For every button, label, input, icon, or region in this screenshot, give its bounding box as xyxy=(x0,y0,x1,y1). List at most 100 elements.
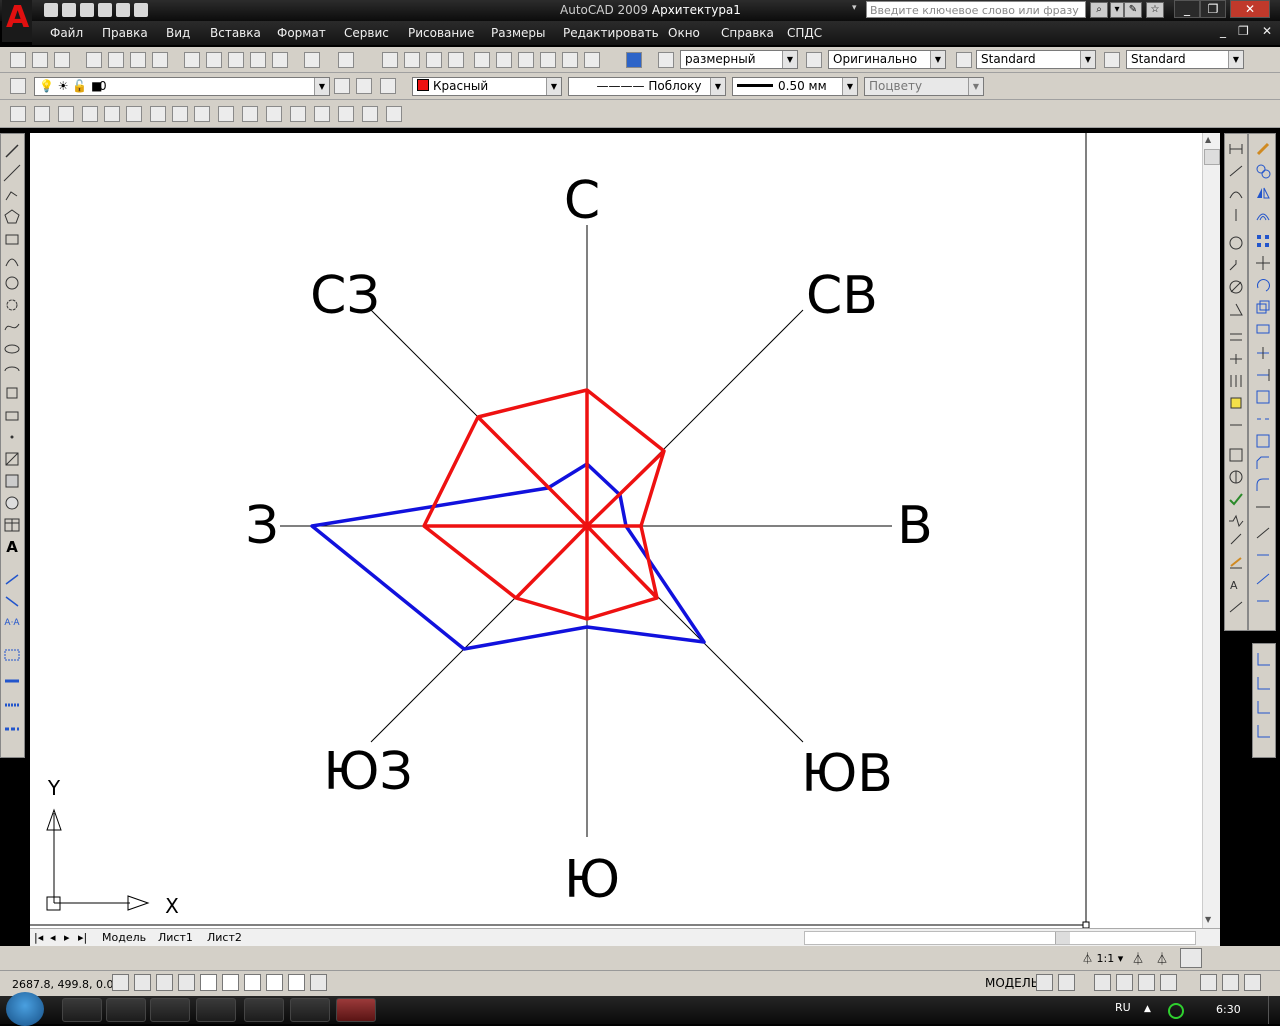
search-options-icon[interactable]: ▾ xyxy=(1110,2,1124,18)
dim-tolerance-icon[interactable] xyxy=(1227,416,1245,434)
save-file-icon[interactable] xyxy=(54,52,70,68)
aligned-dimension-icon[interactable] xyxy=(58,106,74,122)
drawing-canvas[interactable]: С СВ В ЮВ Ю ЮЗ З СЗ Y X xyxy=(30,133,1202,929)
polar-toggle[interactable] xyxy=(178,974,195,991)
mleaderstyle-select[interactable]: Standard ▼ xyxy=(1126,50,1244,69)
lock-icon[interactable] xyxy=(1222,974,1239,991)
open-file-icon[interactable] xyxy=(32,52,48,68)
continue-dimension-icon[interactable] xyxy=(242,106,258,122)
dim-reassociate-icon[interactable] xyxy=(1227,598,1245,616)
dim-continue-icon[interactable] xyxy=(1227,350,1245,368)
region-icon[interactable] xyxy=(3,494,21,512)
dimstyle-icon[interactable] xyxy=(806,52,822,68)
menu-insert[interactable]: Вставка xyxy=(210,26,261,40)
clean-screen-icon[interactable] xyxy=(1244,974,1261,991)
vertical-scrollbar[interactable]: ▲ ▼ xyxy=(1202,133,1220,928)
erase-icon[interactable] xyxy=(1254,140,1272,158)
dimstyle-select[interactable]: размерный ▼ xyxy=(680,50,798,69)
undo-icon[interactable] xyxy=(116,3,130,17)
gradient-icon[interactable] xyxy=(3,472,21,490)
multiline-text-icon[interactable]: A xyxy=(3,538,21,556)
dim-break-icon[interactable] xyxy=(1227,394,1245,412)
settings-gear-icon[interactable] xyxy=(1200,974,1217,991)
dim-space-icon[interactable] xyxy=(1227,372,1245,390)
snap-mode-toggle[interactable] xyxy=(112,974,129,991)
taskbar-clock[interactable]: 6:30 xyxy=(1216,1003,1241,1016)
table-style-icon[interactable] xyxy=(956,52,972,68)
tablestyle-select[interactable]: Standard ▼ xyxy=(976,50,1096,69)
rotate-icon[interactable] xyxy=(1254,276,1272,294)
menu-dimension[interactable]: Размеры xyxy=(491,26,546,40)
properties-icon[interactable] xyxy=(474,52,490,68)
copy-icon[interactable] xyxy=(206,52,222,68)
tool-palettes-icon[interactable] xyxy=(518,52,534,68)
menu-file[interactable]: Файл xyxy=(50,26,83,40)
dim-ordinate-icon[interactable] xyxy=(1227,206,1245,224)
quickcalc-icon[interactable] xyxy=(584,52,600,68)
radius-dimension-icon[interactable] xyxy=(126,106,142,122)
redo-tb-icon[interactable] xyxy=(338,52,354,68)
polyline-icon[interactable] xyxy=(3,186,21,204)
annotation-visibility-icon[interactable]: ⏃ xyxy=(1132,950,1144,967)
polygon-icon[interactable] xyxy=(3,208,21,226)
command-line-area[interactable]: ⏃ 1:1 ▾ ⏃ ⏃ xyxy=(0,946,1280,970)
stretch-icon[interactable] xyxy=(1254,320,1272,338)
tab-layout1[interactable]: Лист1 xyxy=(158,931,193,944)
mleader-style-icon[interactable] xyxy=(1104,52,1120,68)
grid-toggle[interactable] xyxy=(134,974,151,991)
zoom-realtime-icon[interactable] xyxy=(404,52,420,68)
make-current-layer-icon[interactable] xyxy=(334,78,350,94)
doc-minimize-button[interactable]: _ xyxy=(1220,24,1226,38)
linear-dimension-icon[interactable] xyxy=(34,106,50,122)
tab-model[interactable]: Модель xyxy=(102,931,146,944)
markup-icon[interactable] xyxy=(562,52,578,68)
new-icon[interactable] xyxy=(44,3,58,17)
inquiry-icon[interactable] xyxy=(1254,546,1272,564)
scroll-down-icon[interactable]: ▼ xyxy=(1205,915,1211,924)
dim-radius-icon[interactable] xyxy=(1227,234,1245,252)
menu-tools[interactable]: Сервис xyxy=(344,26,389,40)
break-icon[interactable] xyxy=(1254,410,1272,428)
undo-tb-icon[interactable] xyxy=(304,52,320,68)
dim-baseline-icon[interactable] xyxy=(1227,328,1245,346)
ellipse-icon[interactable] xyxy=(3,340,21,358)
dim-angular-icon[interactable] xyxy=(1227,300,1245,318)
color-select[interactable]: Красный ▼ xyxy=(412,77,562,96)
dimension-break-icon[interactable] xyxy=(290,106,306,122)
zoom-status-icon[interactable] xyxy=(1116,974,1133,991)
grid-axis-icon[interactable] xyxy=(3,672,21,690)
table-icon[interactable] xyxy=(3,516,21,534)
publish-icon[interactable] xyxy=(130,52,146,68)
scroll-thumb[interactable] xyxy=(1204,149,1220,165)
taskbar-word-icon[interactable] xyxy=(196,998,236,1022)
3d-dwf-icon[interactable] xyxy=(152,52,168,68)
pan-status-icon[interactable] xyxy=(1094,974,1111,991)
jogged-dimension-icon[interactable] xyxy=(150,106,166,122)
copy-object-icon[interactable] xyxy=(1254,162,1272,180)
new-file-icon[interactable] xyxy=(10,52,26,68)
close-button[interactable]: ✕ xyxy=(1230,0,1270,18)
area-icon[interactable] xyxy=(1254,592,1272,610)
restore-button[interactable]: ❐ xyxy=(1200,0,1226,18)
snap-endpoint-icon[interactable] xyxy=(1255,650,1273,668)
taskbar-explorer-icon[interactable] xyxy=(106,998,146,1022)
workspace-switch-icon[interactable] xyxy=(1180,948,1202,968)
dim-jogline-icon[interactable] xyxy=(1227,512,1245,530)
sheet-set-icon[interactable] xyxy=(540,52,556,68)
wall-icon[interactable] xyxy=(3,646,21,664)
layer-manager-icon[interactable] xyxy=(10,78,26,94)
showmotion-icon[interactable] xyxy=(1160,974,1177,991)
dimension-update-icon[interactable] xyxy=(386,106,402,122)
textstyle-select[interactable]: Оригинально ▼ xyxy=(828,50,946,69)
center-mark-icon[interactable] xyxy=(338,106,354,122)
tab-nav-first-icon[interactable]: |◂ xyxy=(34,931,43,944)
tray-network-icon[interactable] xyxy=(1168,1003,1184,1019)
quick-view-drawings-icon[interactable] xyxy=(1058,974,1075,991)
hatch-icon[interactable] xyxy=(3,450,21,468)
snap-extension-icon[interactable] xyxy=(1255,722,1273,740)
menu-draw[interactable]: Рисование xyxy=(408,26,474,40)
favorites-icon[interactable]: ☆ xyxy=(1146,2,1164,18)
redo-icon[interactable] xyxy=(134,3,148,17)
dim-edit-icon[interactable] xyxy=(1227,530,1245,548)
construction-line-icon[interactable] xyxy=(3,164,21,182)
